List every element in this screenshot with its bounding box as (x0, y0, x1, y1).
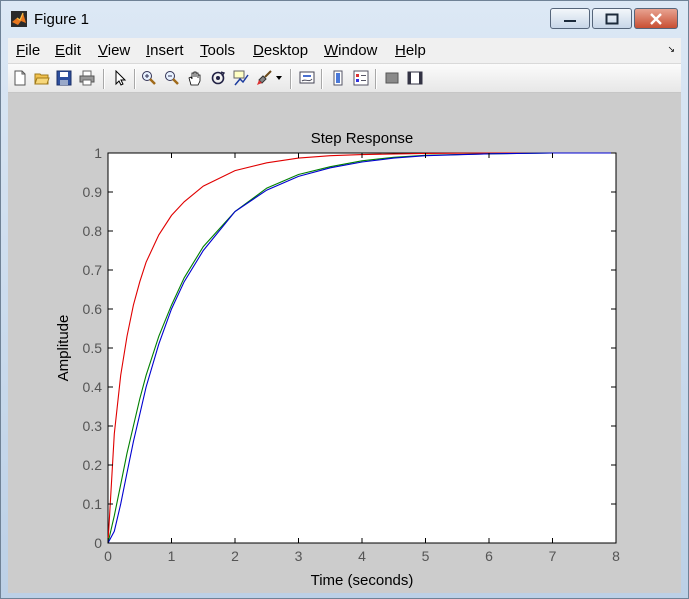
hide-plot-tools-button[interactable] (383, 69, 401, 87)
maximize-icon (605, 13, 619, 24)
pan-button[interactable] (186, 69, 204, 87)
figure-toolbar (8, 64, 681, 93)
print-button[interactable] (78, 69, 96, 87)
matlab-logo-icon (11, 11, 27, 27)
menu-bar: File Edit View Insert Tools Desktop Wind… (8, 38, 681, 64)
rotate-3d-icon (211, 71, 226, 85)
menu-file[interactable]: File (16, 42, 40, 59)
axes-background (107, 152, 617, 544)
y-tick-label: 0.8 (83, 223, 103, 239)
data-cursor-icon (233, 70, 249, 86)
x-tick-label: 5 (422, 548, 430, 564)
menu-window[interactable]: Window (324, 42, 377, 59)
new-figure-button[interactable] (11, 69, 29, 87)
figure-window: Figure 1 File Edit View Insert Tools Des… (0, 0, 689, 599)
y-tick-label: 0.2 (83, 457, 103, 473)
print-icon (79, 70, 95, 86)
save-icon (56, 70, 72, 86)
toolbar-separator (134, 69, 135, 89)
brush-dropdown-button[interactable] (274, 69, 284, 87)
pan-hand-icon (188, 71, 201, 86)
rotate-3d-button[interactable] (209, 69, 227, 87)
y-tick-label: 0.6 (83, 301, 103, 317)
menu-edit[interactable]: Edit (55, 42, 81, 59)
zoom-out-button[interactable] (163, 69, 181, 87)
edit-plot-button[interactable] (111, 69, 129, 87)
y-tick-label: 1 (94, 145, 102, 161)
menu-tools[interactable]: Tools (200, 42, 235, 59)
close-button[interactable] (634, 8, 678, 29)
hide-plot-tools-icon (385, 72, 399, 84)
maximize-button[interactable] (592, 8, 632, 29)
edit-plot-arrow-icon (115, 70, 127, 86)
insert-colorbar-icon (333, 70, 343, 86)
x-tick-label: 1 (168, 548, 176, 564)
brush-icon (257, 70, 272, 85)
insert-colorbar-button[interactable] (329, 69, 347, 87)
y-tick-label: 0.3 (83, 418, 103, 434)
open-file-button[interactable] (33, 69, 51, 87)
new-figure-icon (14, 70, 26, 86)
chart-title: Step Response (311, 130, 414, 147)
y-tick-label: 0 (94, 535, 102, 551)
minimize-icon (564, 19, 576, 22)
y-tick-label: 0.1 (83, 496, 103, 512)
toolbar-separator (321, 69, 322, 89)
menu-help[interactable]: Help (395, 42, 426, 59)
window-title: Figure 1 (34, 11, 90, 28)
save-button[interactable] (55, 69, 73, 87)
x-axis-label: Time (seconds) (311, 572, 414, 589)
close-icon (650, 12, 662, 25)
x-tick-label: 3 (295, 548, 303, 564)
x-tick-label: 0 (104, 548, 112, 564)
insert-legend-icon (353, 70, 369, 86)
menu-insert[interactable]: Insert (146, 42, 184, 59)
toolbar-separator (375, 69, 376, 89)
y-tick-label: 0.9 (83, 184, 103, 200)
toolbar-separator (290, 69, 291, 89)
step-response-chart[interactable]: 012345678 00.10.20.30.40.50.60.70.80.91 … (8, 93, 681, 593)
x-tick-label: 8 (612, 548, 620, 564)
y-tick-label: 0.4 (83, 379, 103, 395)
x-tick-label: 7 (549, 548, 557, 564)
menu-desktop[interactable]: Desktop (253, 42, 308, 59)
zoom-out-icon (165, 71, 179, 85)
toolbar-separator (103, 69, 104, 89)
data-cursor-button[interactable] (232, 69, 250, 87)
zoom-in-icon (142, 71, 156, 85)
link-plot-button[interactable] (298, 69, 316, 87)
y-axis-label: Amplitude (55, 315, 72, 382)
minimize-button[interactable] (550, 8, 590, 29)
link-plot-icon (299, 71, 315, 84)
title-bar[interactable]: Figure 1 (1, 1, 688, 37)
x-tick-label: 6 (485, 548, 493, 564)
x-tick-label: 2 (231, 548, 239, 564)
brush-dropdown-icon (276, 76, 282, 80)
y-tick-label: 0.5 (83, 340, 103, 356)
menu-view[interactable]: View (98, 42, 130, 59)
zoom-in-button[interactable] (140, 69, 158, 87)
show-plot-tools-icon (407, 71, 423, 85)
show-plot-tools-button[interactable] (406, 69, 424, 87)
open-file-icon (34, 73, 50, 85)
y-tick-label: 0.7 (83, 262, 103, 278)
figure-canvas[interactable]: 012345678 0 0.1 0.2 0.3 0.4 0.5 0.6 0.7 0.8 0.9 1 … (8, 93, 681, 593)
x-tick-label: 4 (358, 548, 366, 564)
dock-arrow-icon[interactable]: ↘ (667, 44, 675, 55)
insert-legend-button[interactable] (352, 69, 370, 87)
brush-button[interactable] (255, 69, 273, 87)
